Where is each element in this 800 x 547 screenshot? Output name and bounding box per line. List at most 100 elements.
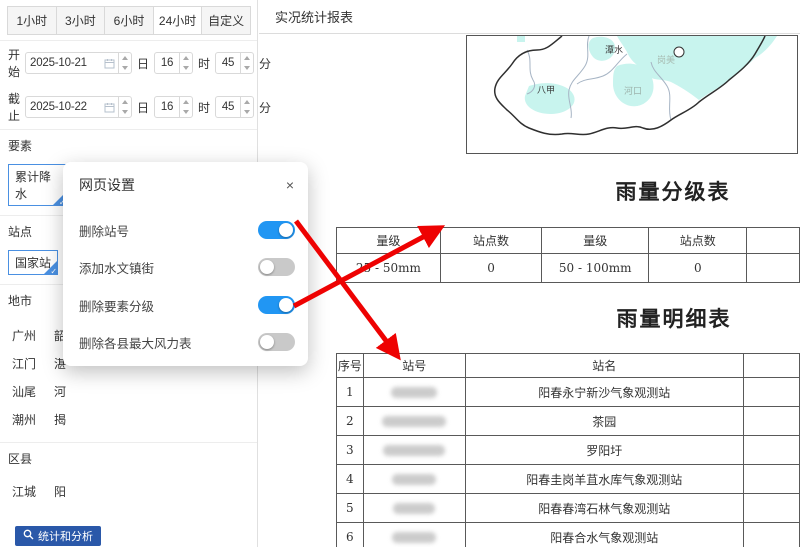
start-label: 开始: [8, 46, 20, 80]
city-item[interactable]: 潮州: [12, 411, 54, 428]
table-row: 5阳春春湾石林气象观测站: [337, 494, 800, 523]
detail-col-header: 站号: [363, 354, 465, 378]
time-tab-3小时[interactable]: 3小时: [56, 6, 106, 35]
city-item[interactable]: 江门: [12, 355, 54, 372]
toggle-knob: [260, 335, 274, 349]
toggle-knob: [279, 298, 293, 312]
minute-unit-label: 分: [259, 99, 271, 116]
time-range-tabs: 1小时3小时6小时24小时自定义: [0, 0, 257, 41]
detail-name-cell: 茶园: [465, 407, 743, 436]
grading-cell: 0: [440, 254, 541, 283]
start-minute-input[interactable]: 45: [215, 52, 254, 74]
setting-row: 删除各县最大风力表: [79, 332, 295, 352]
start-date-stepper[interactable]: [118, 53, 131, 73]
grading-col-header: 量级: [542, 228, 649, 254]
grading-cell: 0: [649, 254, 747, 283]
map-label: 潭水: [605, 44, 623, 56]
detail-extra-cell: [743, 436, 799, 465]
county-section: 区县 江城阳 统计和分析: [0, 442, 257, 546]
end-hour-stepper[interactable]: [179, 97, 192, 117]
detail-name-cell: 阳春春湾石林气象观测站: [465, 494, 743, 523]
setting-row: 删除要素分级: [79, 295, 295, 315]
analyze-button[interactable]: 统计和分析: [15, 526, 101, 546]
redacted-station-id: [393, 503, 435, 514]
time-tab-1小时[interactable]: 1小时: [7, 6, 57, 35]
detail-no-cell: 3: [337, 436, 364, 465]
city-item[interactable]: 汕尾: [12, 383, 54, 400]
detail-name-cell: 罗阳圩: [465, 436, 743, 465]
hour-unit-label: 时: [198, 55, 210, 72]
city-item-partial[interactable]: 揭: [54, 411, 96, 428]
end-minute-input[interactable]: 45: [215, 96, 254, 118]
modal-header: 网页设置 ×: [63, 162, 308, 195]
county-item-partial[interactable]: 阳: [54, 483, 96, 500]
end-hour-input[interactable]: 16: [154, 96, 193, 118]
detail-extra-cell: [743, 523, 799, 547]
redacted-station-id: [383, 445, 445, 456]
search-icon: [23, 529, 34, 543]
end-hour-value: 16: [155, 97, 179, 117]
start-hour-value: 16: [155, 53, 179, 73]
toggle-knob: [260, 260, 274, 274]
detail-id-cell: [363, 465, 465, 494]
station-option-selected[interactable]: 国家站✓: [8, 250, 58, 275]
setting-label: 删除站号: [79, 221, 129, 240]
time-tab-24小时[interactable]: 24小时: [153, 6, 203, 35]
rain-grading-table: 量级站点数量级站点数 25 - 50mm050 - 100mm0: [336, 227, 800, 283]
start-hour-stepper[interactable]: [179, 53, 192, 73]
map-label: 八甲: [537, 85, 555, 96]
tab-live-report[interactable]: 实况统计报表: [259, 7, 369, 26]
detail-col-header: 序号: [337, 354, 364, 378]
start-date-value: 2025-10-21: [26, 53, 104, 73]
toggle-off[interactable]: [258, 258, 295, 276]
county-list: 江城阳: [0, 470, 257, 514]
detail-name-cell: 阳春永宁新沙气象观测站: [465, 378, 743, 407]
element-option-selected[interactable]: 累计降水✓: [8, 164, 67, 206]
end-date-stepper[interactable]: [118, 97, 131, 117]
close-icon[interactable]: ×: [286, 178, 294, 192]
calendar-icon: [104, 53, 118, 73]
grading-row: 25 - 50mm050 - 100mm0: [337, 254, 800, 283]
detail-no-cell: 2: [337, 407, 364, 436]
time-tab-自定义[interactable]: 自定义: [201, 6, 251, 35]
start-hour-input[interactable]: 16: [154, 52, 193, 74]
start-minute-stepper[interactable]: [240, 53, 253, 73]
rain-detail-table: 序号站号站名 1阳春永宁新沙气象观测站2茶园3罗阳圩4阳春圭岗羊苴水库气象观测站…: [336, 353, 800, 547]
table-row: 6阳春合水气象观测站: [337, 523, 800, 547]
hour-unit-label: 时: [198, 99, 210, 116]
start-time-row: 开始 2025-10-21 日 16 时 45 分: [0, 41, 257, 85]
detail-no-cell: 4: [337, 465, 364, 494]
detail-id-cell: [363, 436, 465, 465]
detail-extra-cell: [743, 378, 799, 407]
toggle-on[interactable]: [258, 221, 295, 239]
redacted-station-id: [392, 474, 436, 485]
grading-cell: [747, 254, 800, 283]
map-image: 潭水岗美八甲河口: [467, 36, 797, 153]
detail-name-cell: 阳春圭岗羊苴水库气象观测站: [465, 465, 743, 494]
toggle-off[interactable]: [258, 333, 295, 351]
toggle-knob: [279, 223, 293, 237]
minute-unit-label: 分: [259, 55, 271, 72]
redacted-station-id: [382, 416, 446, 427]
end-minute-value: 45: [216, 97, 240, 117]
day-unit-label: 日: [137, 55, 149, 72]
setting-label: 添加水文镇街: [79, 258, 154, 277]
city-item-partial[interactable]: 河: [54, 383, 96, 400]
map-label: 岗美: [657, 54, 675, 66]
table-row: 2 茶园: [337, 407, 800, 436]
day-unit-label: 日: [137, 99, 149, 116]
detail-no-cell: 6: [337, 523, 364, 547]
county-item[interactable]: 江城: [12, 483, 54, 500]
setting-row: 添加水文镇街: [79, 257, 295, 277]
start-minute-value: 45: [216, 53, 240, 73]
grading-cell: 50 - 100mm: [542, 254, 649, 283]
end-date-input[interactable]: 2025-10-22: [25, 96, 132, 118]
end-minute-stepper[interactable]: [240, 97, 253, 117]
start-date-input[interactable]: 2025-10-21: [25, 52, 132, 74]
city-item[interactable]: 广州: [12, 327, 54, 344]
calendar-icon: [104, 97, 118, 117]
time-tab-6小时[interactable]: 6小时: [104, 6, 154, 35]
toggle-on[interactable]: [258, 296, 295, 314]
redacted-station-id: [392, 532, 436, 543]
report-tabbar: 实况统计报表: [259, 0, 800, 34]
